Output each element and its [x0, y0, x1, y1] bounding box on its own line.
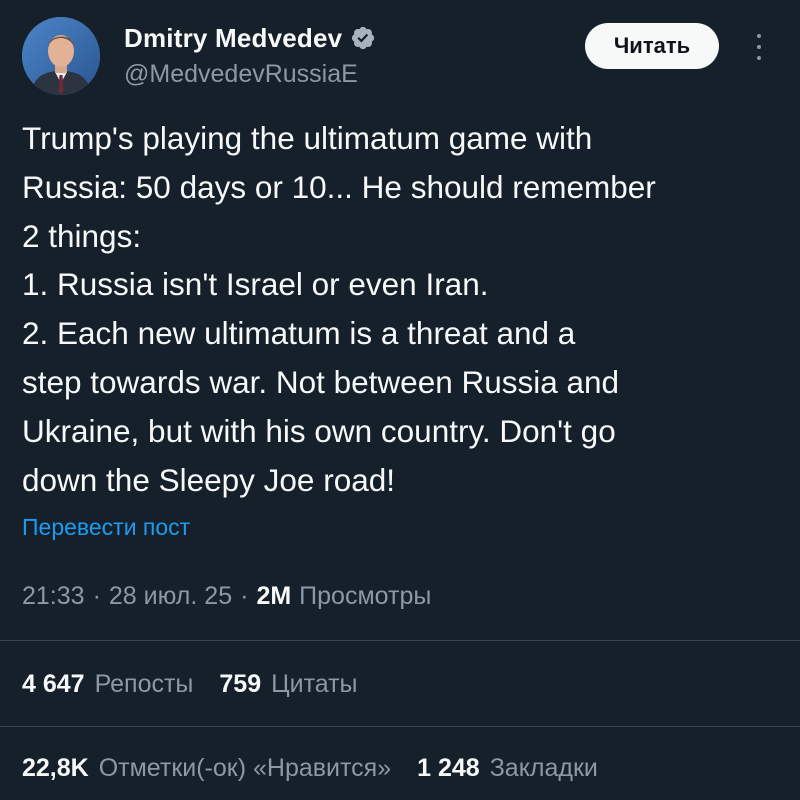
- translate-post-link[interactable]: Перевести пост: [22, 514, 190, 541]
- quotes-stat[interactable]: 759 Цитаты: [219, 670, 357, 699]
- follow-button[interactable]: Читать: [585, 23, 719, 69]
- divider: [0, 726, 800, 727]
- likes-count: 22,8K: [22, 754, 89, 782]
- reposts-label: Репосты: [94, 670, 194, 698]
- tweet-time[interactable]: 21:33: [22, 582, 85, 611]
- divider: [0, 640, 800, 641]
- bookmarks-count: 1 248: [417, 754, 480, 782]
- stats-row-reposts: 4 647 Репосты 759 Цитаты: [22, 670, 384, 699]
- likes-label: Отметки(-ок) «Нравится»: [98, 754, 392, 782]
- more-dot: [757, 33, 761, 38]
- more-dot: [757, 44, 761, 49]
- avatar-image: [22, 17, 100, 95]
- meta-separator: ·: [92, 582, 101, 610]
- quotes-label: Цитаты: [271, 670, 358, 698]
- verified-badge-icon[interactable]: [350, 25, 376, 51]
- avatar[interactable]: [22, 17, 100, 95]
- tweet-date[interactable]: 28 июл. 25: [109, 582, 232, 611]
- more-options-icon[interactable]: [748, 30, 770, 64]
- reposts-stat[interactable]: 4 647 Репосты: [22, 670, 193, 699]
- more-dot: [757, 56, 761, 61]
- tweet-text: Trump's playing the ultimatum game with …: [22, 120, 656, 498]
- meta-separator: ·: [240, 582, 249, 610]
- reposts-count: 4 647: [22, 670, 85, 698]
- stats-row-likes: 22,8K Отметки(-ок) «Нравится» 1 248 Закл…: [22, 754, 624, 783]
- bookmarks-stat[interactable]: 1 248 Закладки: [417, 754, 598, 783]
- quotes-count: 759: [219, 670, 262, 698]
- tweet-meta: 21:33 · 28 июл. 25 · 2M Просмотры: [22, 582, 431, 611]
- views-label: Просмотры: [299, 582, 432, 610]
- likes-stat[interactable]: 22,8K Отметки(-ок) «Нравится»: [22, 754, 391, 783]
- author-display-name[interactable]: Dmitry Medvedev: [124, 23, 342, 54]
- bookmarks-label: Закладки: [489, 754, 598, 782]
- author-info: Dmitry Medvedev @MedvedevRussiaE: [124, 22, 376, 89]
- author-handle[interactable]: @MedvedevRussiaE: [124, 60, 376, 89]
- author-name-row: Dmitry Medvedev: [124, 22, 376, 54]
- views-count: 2M: [256, 582, 292, 610]
